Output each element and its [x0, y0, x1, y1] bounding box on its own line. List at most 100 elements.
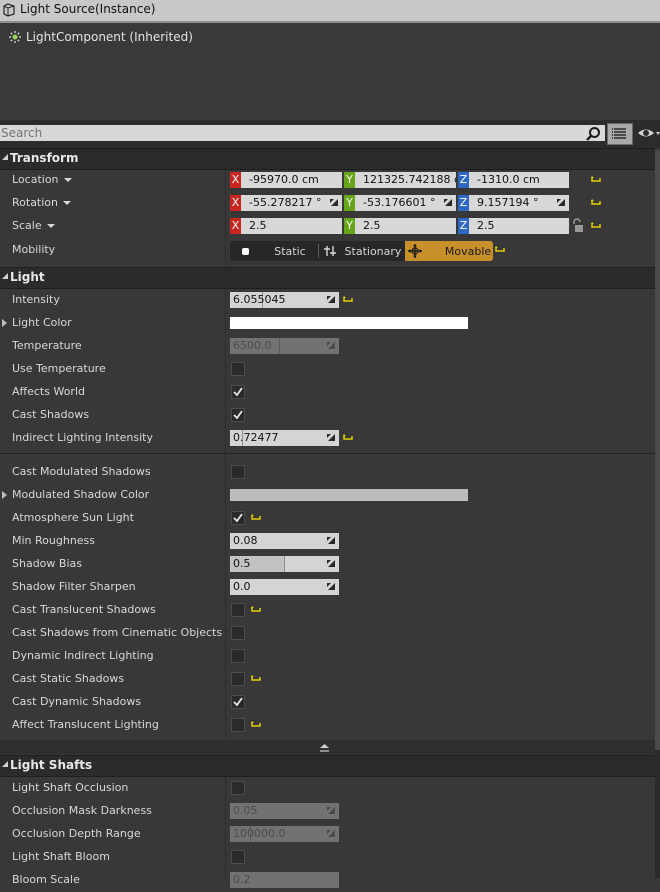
expand-arrow-icon[interactable]: [2, 319, 7, 327]
category-title: Light: [10, 270, 45, 284]
list-view-icon: [612, 128, 626, 139]
modulated-shadow-color-swatch[interactable]: [230, 489, 468, 501]
scrollbar-thumb[interactable]: [655, 150, 660, 750]
scale-y-field[interactable]: 2.5: [355, 218, 456, 234]
collapse-triangle-icon: [2, 273, 8, 279]
eye-icon[interactable]: [637, 126, 660, 142]
cast-modulated-shadows-checkbox[interactable]: [231, 465, 245, 479]
mobility-movable-button[interactable]: Movable: [405, 241, 493, 261]
location-x-field[interactable]: -95970.0 cm: [241, 172, 342, 188]
cast-static-shadows-checkbox[interactable]: [231, 672, 245, 686]
cast-shadows-cinematic-checkbox[interactable]: [231, 626, 245, 640]
shadow-filter-sharpen-field[interactable]: 0.0: [230, 579, 339, 595]
checkmark-icon: [233, 513, 243, 523]
spin-arrow-icon: [327, 342, 335, 349]
spin-arrow-icon: [327, 296, 335, 303]
row-intensity: Intensity 6.055045: [0, 289, 655, 312]
rotation-z-field[interactable]: 9.157194 °: [469, 195, 569, 211]
property-label: Shadow Filter Sharpen: [12, 580, 136, 593]
property-label: Bloom Scale: [12, 873, 80, 886]
reset-arrow-icon[interactable]: [343, 296, 354, 305]
reset-arrow-icon[interactable]: [251, 514, 262, 523]
mobility-static-button[interactable]: Static: [230, 241, 318, 261]
light-shaft-occlusion-checkbox[interactable]: [231, 781, 245, 795]
property-label: Min Roughness: [12, 534, 96, 547]
reset-arrow-icon[interactable]: [495, 246, 506, 255]
reset-arrow-icon[interactable]: [251, 721, 262, 730]
property-label: Intensity: [12, 293, 60, 306]
advanced-toggle-bar[interactable]: [0, 740, 655, 754]
axis-x-label: X: [230, 195, 241, 211]
intensity-field[interactable]: 6.055045: [230, 292, 339, 308]
row-cast-shadows: Cast Shadows: [0, 404, 655, 427]
affect-translucent-lighting-checkbox[interactable]: [231, 718, 245, 732]
row-shadow-bias: Shadow Bias 0.5: [0, 553, 655, 576]
rotation-y-field[interactable]: -53.176601 °: [355, 195, 456, 211]
reset-arrow-icon[interactable]: [591, 199, 602, 208]
list-view-button[interactable]: [607, 123, 633, 145]
category-title: Transform: [10, 151, 79, 165]
details-title-bar: Light Source(Instance): [0, 0, 660, 23]
stationary-icon: [323, 246, 336, 256]
cast-shadows-checkbox[interactable]: [231, 408, 245, 422]
property-label: Mobility: [12, 243, 56, 256]
row-dynamic-indirect-lighting: Dynamic Indirect Lighting: [0, 645, 655, 668]
property-label[interactable]: Rotation: [12, 196, 72, 209]
property-label: Cast Modulated Shadows: [12, 465, 151, 478]
bloom-scale-field: 0.2: [230, 872, 339, 888]
search-input[interactable]: [0, 125, 605, 141]
reset-arrow-icon[interactable]: [591, 176, 602, 185]
expand-arrow-icon[interactable]: [2, 491, 7, 499]
category-transform[interactable]: Transform: [0, 148, 655, 170]
category-light[interactable]: Light: [0, 267, 655, 289]
dynamic-indirect-lighting-checkbox[interactable]: [231, 649, 245, 663]
category-light-shafts[interactable]: Light Shafts: [0, 755, 655, 777]
use-temperature-checkbox[interactable]: [231, 362, 245, 376]
row-light-color: Light Color: [0, 312, 655, 335]
mobility-stationary-button[interactable]: Stationary: [319, 241, 405, 261]
row-cast-dynamic-shadows: Cast Dynamic Shadows: [0, 691, 655, 714]
row-cast-modulated-shadows: Cast Modulated Shadows: [0, 461, 655, 484]
occlusion-depth-range-field: 100000.0: [230, 826, 339, 842]
light-shaft-bloom-checkbox[interactable]: [231, 850, 245, 864]
component-icon: [9, 31, 21, 43]
reset-arrow-icon[interactable]: [343, 434, 354, 443]
location-y-field[interactable]: 121325.742188 cm: [355, 172, 456, 188]
indirect-lighting-intensity-field[interactable]: 0.72477: [230, 430, 339, 446]
scale-x-field[interactable]: 2.5: [241, 218, 342, 234]
row-cast-translucent-shadows: Cast Translucent Shadows: [0, 599, 655, 622]
axis-y-label: Y: [344, 218, 355, 234]
advanced-expand-icon: [320, 744, 329, 752]
component-item-light[interactable]: LightComponent (Inherited): [8, 28, 193, 46]
location-z-field[interactable]: -1310.0 cm: [469, 172, 569, 188]
checkmark-icon: [233, 697, 243, 707]
static-icon: [242, 247, 250, 255]
axis-x-label: X: [230, 172, 241, 188]
property-label[interactable]: Location: [12, 173, 72, 186]
property-label: Dynamic Indirect Lighting: [12, 649, 154, 662]
light-color-swatch[interactable]: [230, 317, 468, 329]
mobility-selector: Static Stationary Movable: [230, 241, 493, 261]
reset-arrow-icon[interactable]: [251, 606, 262, 615]
min-roughness-field[interactable]: 0.08: [230, 533, 339, 549]
shadow-bias-field[interactable]: 0.5: [230, 556, 339, 572]
search-icon[interactable]: [585, 126, 601, 142]
lock-icon[interactable]: [572, 218, 584, 233]
cast-translucent-shadows-checkbox[interactable]: [231, 603, 245, 617]
rotation-x-field[interactable]: -55.278217 °: [241, 195, 342, 211]
row-scale: Scale X 2.5 Y 2.5 Z 2.5: [0, 215, 655, 238]
dropdown-arrow-icon: [63, 201, 72, 205]
property-label: Shadow Bias: [12, 557, 82, 570]
reset-arrow-icon[interactable]: [591, 222, 602, 231]
cast-dynamic-shadows-checkbox[interactable]: [231, 695, 245, 709]
property-label[interactable]: Scale: [12, 219, 55, 232]
row-temperature: Temperature 6500.0: [0, 335, 655, 358]
reset-arrow-icon[interactable]: [251, 675, 262, 684]
occlusion-mask-darkness-field: 0.05: [230, 803, 339, 819]
spin-arrow-icon: [330, 199, 338, 206]
search-bar: [0, 120, 660, 148]
affects-world-checkbox[interactable]: [231, 385, 245, 399]
atmosphere-sun-light-checkbox[interactable]: [231, 511, 245, 525]
row-location: Location X -95970.0 cm Y 121325.742188 c…: [0, 169, 655, 192]
scale-z-field[interactable]: 2.5: [469, 218, 569, 234]
